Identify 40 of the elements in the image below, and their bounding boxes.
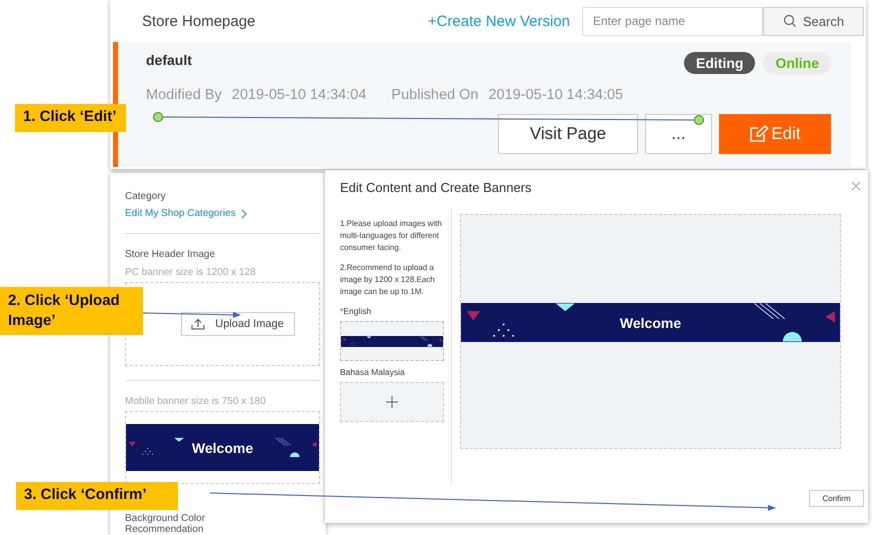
chevron-right-icon — [240, 208, 248, 218]
meta-label: Modified By — [146, 87, 222, 103]
status-badge: Editing — [684, 52, 756, 74]
field-label: Store Header Image — [125, 249, 216, 260]
step-callout: 3. Click ‘Confirm’ — [16, 482, 178, 510]
search-button[interactable]: Search — [763, 6, 864, 36]
meta-value: 2019-05-10 14:34:04 — [232, 87, 366, 103]
page-title: Store Homepage — [142, 12, 256, 30]
search-field[interactable]: Enter page name — [582, 6, 763, 36]
step-callout: 2. Click ‘Upload Image’ — [0, 287, 143, 335]
banner-text: Welcome — [620, 314, 682, 330]
confirm-button[interactable]: Confirm — [809, 490, 864, 507]
image-thumbnail[interactable] — [340, 321, 444, 361]
close-button[interactable] — [850, 180, 862, 192]
size-hint: Mobile banner size is 750 x 180 — [125, 396, 267, 407]
version-name: default — [146, 52, 192, 68]
card-button[interactable]: Visit Page — [498, 114, 638, 154]
card-button[interactable]: ... — [645, 114, 712, 154]
upload-icon — [191, 318, 206, 330]
banner-text: Welcome — [192, 440, 254, 456]
dialog-title: Edit Content and Create Banners — [340, 180, 532, 195]
language-label: English — [343, 306, 372, 316]
add-image-slot[interactable] — [340, 382, 444, 422]
edit-icon — [749, 125, 770, 143]
search-icon — [782, 14, 797, 28]
status-badge: Online — [763, 52, 831, 74]
instruction-text: 2.Recommend to upload a image by 1200 x 128.Each image can be up to 1M. — [340, 262, 436, 298]
upload-image-button[interactable]: Upload Image — [180, 312, 294, 336]
required-mark: * — [340, 306, 344, 316]
step-callout: 1. Click ‘Edit’ — [15, 104, 126, 132]
size-hint: PC banner size is 1200 x 128 — [125, 267, 257, 278]
field-label: Background Color — [125, 513, 206, 524]
plus-icon — [386, 396, 398, 408]
language-label: Bahasa Malaysia — [340, 367, 405, 377]
instruction-text: 1.Please upload images with multi-languages for different consumer facing. — [340, 218, 443, 254]
field-label: Category — [125, 191, 167, 202]
meta-label: Published On — [391, 87, 478, 103]
meta-value: 2019-05-10 14:34:05 — [488, 87, 624, 103]
close-icon — [851, 181, 861, 191]
field-label: Recommendation — [125, 524, 204, 535]
